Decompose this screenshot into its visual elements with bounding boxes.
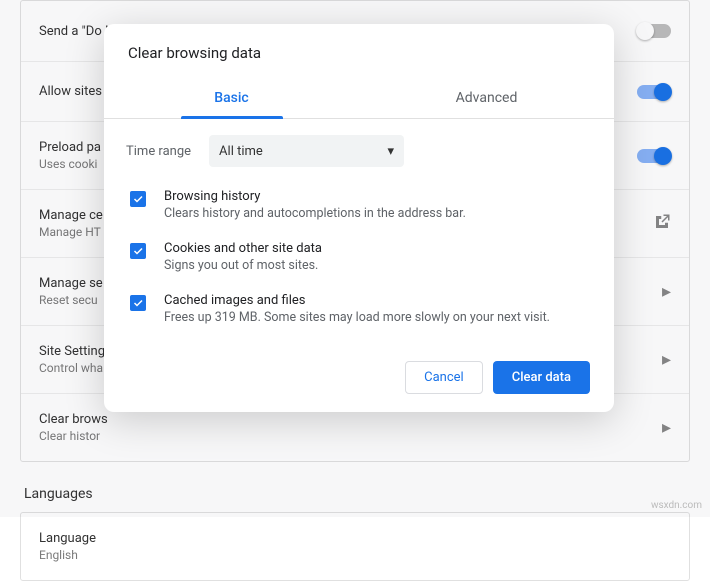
clear-data-button[interactable]: Clear data: [493, 361, 590, 394]
dropdown-icon: ▾: [388, 144, 395, 159]
watermark: wsxdn.com: [651, 500, 702, 511]
option-cache[interactable]: Cached images and files Frees up 319 MB.…: [104, 283, 614, 335]
language-settings-box: Language English: [20, 512, 690, 581]
checkbox-cache[interactable]: [130, 295, 146, 311]
checkbox-cookies[interactable]: [130, 243, 146, 259]
dialog-tabs: Basic Advanced: [104, 80, 614, 119]
option-browsing-history[interactable]: Browsing history Clears history and auto…: [104, 179, 614, 231]
tab-basic[interactable]: Basic: [104, 80, 359, 118]
time-range-label: Time range: [126, 144, 191, 159]
checkbox-history[interactable]: [130, 191, 146, 207]
option-cookies[interactable]: Cookies and other site data Signs you ou…: [104, 231, 614, 283]
cancel-button[interactable]: Cancel: [405, 361, 483, 394]
setting-language[interactable]: Language English: [21, 513, 689, 580]
tab-advanced[interactable]: Advanced: [359, 80, 614, 118]
clear-browsing-dialog: Clear browsing data Basic Advanced Time …: [104, 24, 614, 412]
dialog-title: Clear browsing data: [104, 24, 614, 80]
time-range-select[interactable]: All time ▾: [209, 135, 404, 167]
